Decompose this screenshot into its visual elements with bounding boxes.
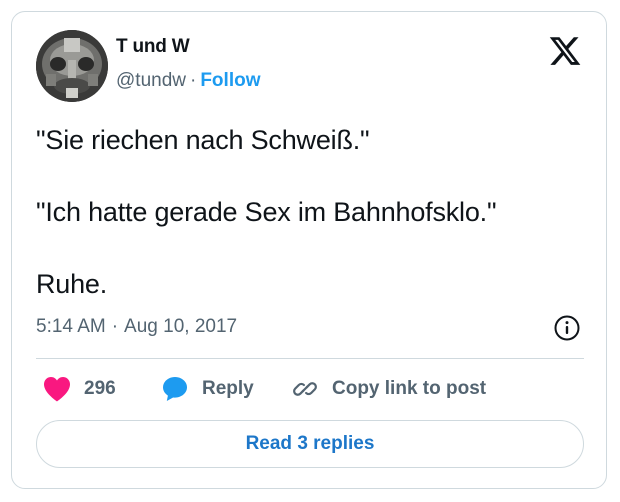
author-handle[interactable]: @tundw xyxy=(116,70,186,91)
tweet-date: Aug 10, 2017 xyxy=(124,316,238,337)
tweet-embed-card: T und W @tundw · Follow "Sie riechen nach … xyxy=(11,11,607,489)
avatar[interactable] xyxy=(36,30,108,102)
info-icon[interactable] xyxy=(553,314,581,342)
tweet-paragraph: "Sie riechen nach Schweiß." xyxy=(36,125,370,155)
x-logo-icon[interactable] xyxy=(548,34,582,68)
action-bar: 296 Reply Copy link to post xyxy=(36,372,584,406)
tweet-text: "Sie riechen nach Schweiß." "Ich hatte g… xyxy=(36,122,586,302)
link-icon xyxy=(290,374,320,404)
read-replies-label: Read 3 replies xyxy=(245,433,375,454)
tweet-time: 5:14 AM xyxy=(36,316,106,337)
avatar-image xyxy=(36,30,108,102)
like-button[interactable]: 296 xyxy=(42,372,116,406)
tweet-paragraph: "Ich hatte gerade Sex im Bahnhofsklo." xyxy=(36,197,497,227)
reply-button[interactable]: Reply xyxy=(160,372,254,406)
timestamp-separator: · xyxy=(111,316,119,337)
tweet-paragraph: Ruhe. xyxy=(36,269,108,299)
read-replies-button[interactable]: Read 3 replies xyxy=(36,420,584,468)
reply-label: Reply xyxy=(202,378,254,399)
heart-icon xyxy=(42,375,72,403)
divider xyxy=(36,358,584,359)
copy-link-label: Copy link to post xyxy=(332,378,487,399)
timestamp[interactable]: 5:14 AM · Aug 10, 2017 xyxy=(36,316,237,338)
follow-link[interactable]: Follow xyxy=(200,70,260,91)
speech-bubble-icon xyxy=(160,374,190,404)
like-count: 296 xyxy=(84,378,116,399)
author-handle-row: @tundw · Follow xyxy=(116,70,260,92)
author-display-name[interactable]: T und W xyxy=(116,36,190,58)
handle-separator: · xyxy=(190,70,197,91)
copy-link-button[interactable]: Copy link to post xyxy=(290,372,486,406)
